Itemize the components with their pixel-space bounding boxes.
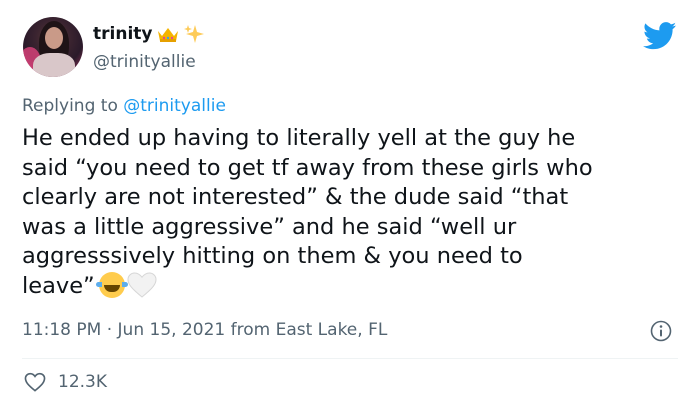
reply-to-link[interactable]: @trinityallie [123, 96, 226, 116]
like-action[interactable]: 12.3K [24, 372, 107, 392]
tweet-meta: 11:18 PM · Jun 15, 2021 from East Lake, … [22, 320, 387, 340]
laughing-tears-emoji-icon [95, 271, 128, 298]
reply-context: Replying to @trinityallie [22, 96, 226, 116]
tweet-location: from East Lake, FL [230, 320, 388, 340]
info-icon[interactable] [650, 320, 672, 342]
tweet-date[interactable]: Jun 15, 2021 [118, 320, 226, 340]
tweet-text: He ended up having to literally yell at … [22, 124, 682, 301]
meta-separator: · [106, 320, 113, 340]
heart-icon[interactable] [24, 372, 46, 392]
twitter-logo-icon[interactable] [643, 22, 677, 50]
divider [22, 358, 678, 359]
crown-emoji-icon [158, 28, 179, 42]
sparkles-emoji-icon [184, 25, 205, 43]
avatar-body [33, 53, 75, 77]
author-name-row[interactable]: trinity [93, 24, 205, 44]
like-count: 12.3K [58, 372, 107, 392]
white-heart-emoji-icon [127, 271, 157, 298]
tweet-time[interactable]: 11:18 PM [22, 320, 101, 340]
avatar[interactable] [23, 17, 83, 77]
display-name[interactable]: trinity [93, 24, 152, 44]
avatar-face [45, 27, 63, 49]
author-handle[interactable]: @trinityallie [93, 52, 196, 72]
reply-prefix: Replying to [22, 96, 118, 116]
